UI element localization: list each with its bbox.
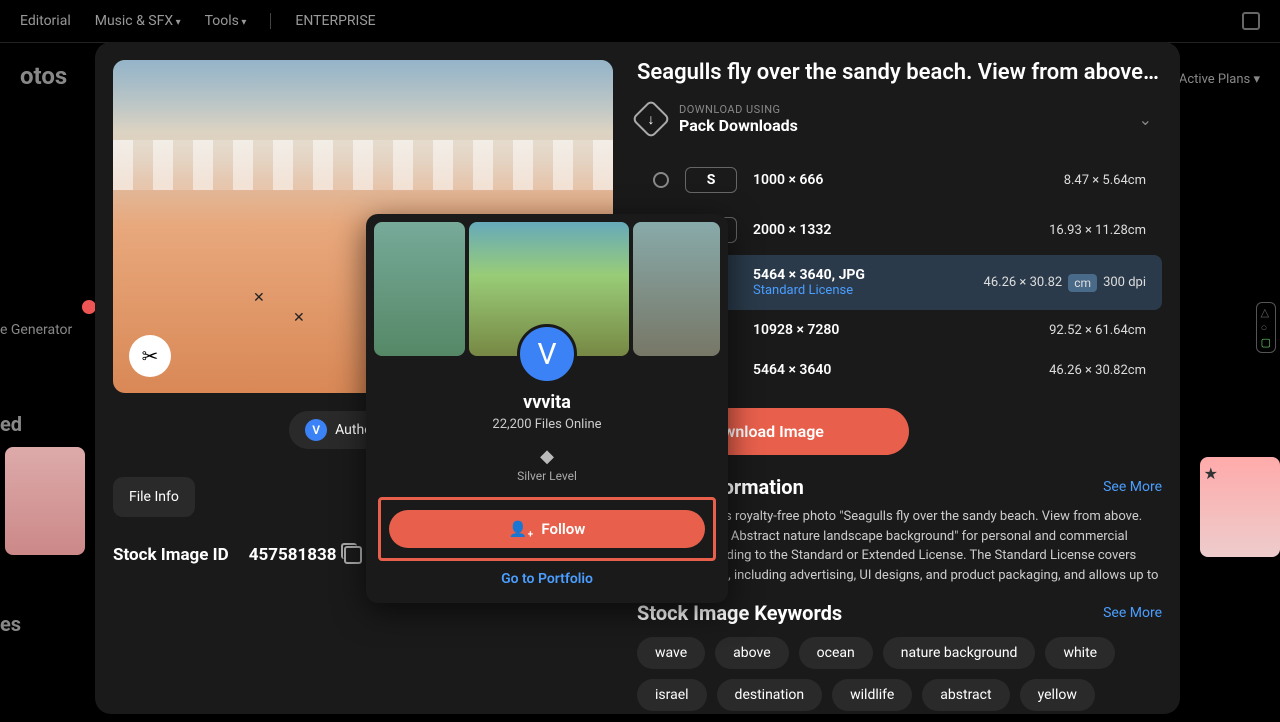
nav-divider bbox=[270, 13, 271, 29]
bg-thumbnail bbox=[5, 447, 85, 555]
author-name: vvvita bbox=[374, 392, 720, 413]
keyword-pill[interactable]: israel bbox=[637, 679, 707, 711]
keyword-pill[interactable]: wildlife bbox=[832, 679, 912, 711]
download-method-selector[interactable]: ↓ DOWNLOAD USING Pack Downloads ⌄ bbox=[637, 103, 1162, 135]
star-icon: ★ bbox=[1204, 464, 1218, 483]
portfolio-thumb[interactable] bbox=[633, 222, 720, 356]
diamond-icon: ◆ bbox=[374, 446, 720, 467]
chat-icon[interactable] bbox=[1242, 12, 1260, 30]
copy-icon[interactable] bbox=[344, 546, 362, 564]
nav-enterprise[interactable]: ENTERPRISE bbox=[295, 13, 375, 29]
stock-id-value: 457581838 bbox=[249, 545, 337, 565]
go-to-portfolio-link[interactable]: Go to Portfolio bbox=[374, 571, 720, 595]
download-icon: ↓ bbox=[631, 99, 671, 139]
stock-id-label: Stock Image ID bbox=[113, 545, 229, 565]
crop-icon[interactable]: ✂ bbox=[129, 335, 171, 377]
keywords-title: Stock Image Keywords bbox=[637, 601, 842, 625]
keyword-pill[interactable]: ocean bbox=[799, 637, 873, 669]
square-icon[interactable]: ▢ bbox=[1261, 337, 1271, 348]
heading-fragment: es bbox=[0, 612, 21, 636]
license-link[interactable]: Standard License bbox=[753, 283, 883, 298]
unit-badge[interactable]: cm bbox=[1068, 274, 1097, 292]
triangle-icon[interactable]: △ bbox=[1261, 307, 1271, 318]
keywords-see-more-link[interactable]: See More bbox=[1103, 605, 1162, 621]
author-popup: V vvvita 22,200 Files Online ◆ Silver Le… bbox=[366, 214, 728, 603]
size-badge: S bbox=[685, 167, 737, 193]
side-toolbar[interactable]: △ ○ ▢ bbox=[1256, 302, 1276, 353]
image-title: Seagulls fly over the sandy beach. View … bbox=[637, 60, 1162, 85]
follow-highlight: 👤₊ Follow bbox=[378, 497, 716, 561]
circle-icon[interactable]: ○ bbox=[1261, 322, 1271, 333]
saved-heading-fragment: ed bbox=[0, 412, 22, 436]
author-avatar: V bbox=[305, 419, 327, 441]
portfolio-thumb[interactable] bbox=[374, 222, 465, 356]
follow-label: Follow bbox=[541, 520, 585, 538]
nav-music[interactable]: Music & SFX bbox=[95, 13, 181, 29]
follow-button[interactable]: 👤₊ Follow bbox=[389, 510, 705, 548]
keyword-pill[interactable]: abstract bbox=[922, 679, 1009, 711]
usage-see-more-link[interactable]: See More bbox=[1103, 479, 1162, 495]
keyword-pill[interactable]: white bbox=[1045, 637, 1115, 669]
keyword-pill[interactable]: yellow bbox=[1020, 679, 1095, 711]
download-using-label: DOWNLOAD USING bbox=[679, 103, 798, 116]
top-nav: Editorial Music & SFX Tools ENTERPRISE bbox=[0, 0, 1280, 43]
author-level: Silver Level bbox=[374, 469, 720, 483]
nav-editorial[interactable]: Editorial bbox=[20, 13, 71, 29]
active-plans-dropdown[interactable]: Active Plans bbox=[1179, 72, 1260, 87]
keyword-pill[interactable]: destination bbox=[717, 679, 823, 711]
keyword-pill[interactable]: wave bbox=[637, 637, 705, 669]
keyword-pill[interactable]: above bbox=[715, 637, 788, 669]
keyword-pill[interactable]: nature background bbox=[883, 637, 1036, 669]
author-avatar-large[interactable]: V bbox=[517, 324, 577, 384]
nav-tools[interactable]: Tools bbox=[205, 13, 247, 29]
radio-icon[interactable] bbox=[653, 172, 669, 188]
file-info-button[interactable]: File Info bbox=[113, 477, 195, 517]
author-file-count: 22,200 Files Online bbox=[374, 417, 720, 432]
notification-badge bbox=[82, 300, 96, 314]
generator-link-fragment: e Generator bbox=[0, 322, 72, 338]
download-method-value: Pack Downloads bbox=[679, 116, 798, 135]
size-option[interactable]: S1000 × 6668.47 × 5.64cm bbox=[637, 155, 1162, 205]
chevron-down-icon: ⌄ bbox=[1139, 110, 1152, 129]
user-plus-icon: 👤₊ bbox=[509, 520, 534, 538]
